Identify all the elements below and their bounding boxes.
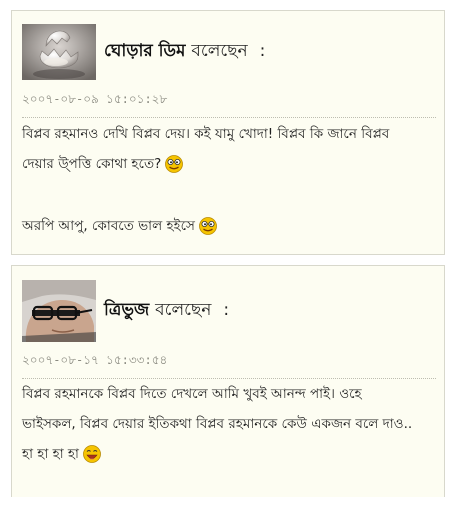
laughing-smiley-icon	[83, 445, 101, 463]
comment-line: অরপি আপু, কোবতে ভাল হইসে	[22, 218, 195, 234]
comment-line: ভাইসকল, বিপ্লব দেয়ার ইতিকথা বিপ্লব রহমা…	[22, 416, 413, 432]
comment-date: ২০০৭-০৮-০৯ ১৫:০১:২৮	[22, 91, 436, 118]
comment-byline: ত্রিভুজ বলেছেন :	[104, 297, 229, 325]
comment-line-with-smiley: অরপি আপু, কোবতে ভাল হইসে	[22, 211, 436, 241]
comment-line-with-smiley: দেয়ার উ্পত্তি কোথা হতে?	[22, 149, 436, 179]
comment-card: ত্রিভুজ বলেছেন : ২০০৭-০৮-১৭ ১৫:৩৩:৫৪ বিপ…	[11, 265, 445, 497]
colon: :	[223, 300, 230, 320]
cool-smiley-icon	[199, 217, 217, 235]
author-name[interactable]: ত্রিভুজ	[104, 300, 149, 320]
comment-byline: ঘোড়ার ডিম বলেছেন :	[104, 38, 265, 66]
comment-line: হা হা হা হা	[22, 446, 79, 462]
avatar[interactable]	[22, 280, 96, 342]
comment-line-with-smiley: হা হা হা হা	[22, 439, 436, 469]
author-name[interactable]: ঘোড়ার ডিম	[104, 41, 185, 61]
comment-line: দেয়ার উ্পত্তি কোথা হতে?	[22, 156, 162, 172]
colon: :	[259, 41, 266, 61]
said-label: বলেছেন	[155, 300, 212, 320]
avatar[interactable]	[22, 24, 96, 80]
said-label: বলেছেন	[191, 41, 248, 61]
cool-smiley-icon	[165, 155, 184, 173]
comment-card: ঘোড়ার ডিম বলেছেন : ২০০৭-০৮-০৯ ১৫:০১:২৮ …	[11, 10, 445, 255]
comment-date: ২০০৭-০৮-১৭ ১৫:৩৩:৫৪	[22, 352, 436, 379]
comment-body: বিপ্লব রহমানও দেখি বিপ্লব দেয়। কই যামু …	[22, 119, 436, 241]
comment-header: ত্রিভুজ বলেছেন :	[22, 280, 229, 342]
comment-line: বিপ্লব রহমানকে বিপ্লব দিতে দেখলে আমি খুব…	[22, 386, 362, 402]
comment-header: ঘোড়ার ডিম বলেছেন :	[22, 24, 265, 80]
comment-line: বিপ্লব রহমানও দেখি বিপ্লব দেয়। কই যামু …	[22, 126, 390, 142]
comment-body: বিপ্লব রহমানকে বিপ্লব দিতে দেখলে আমি খুব…	[22, 379, 436, 469]
